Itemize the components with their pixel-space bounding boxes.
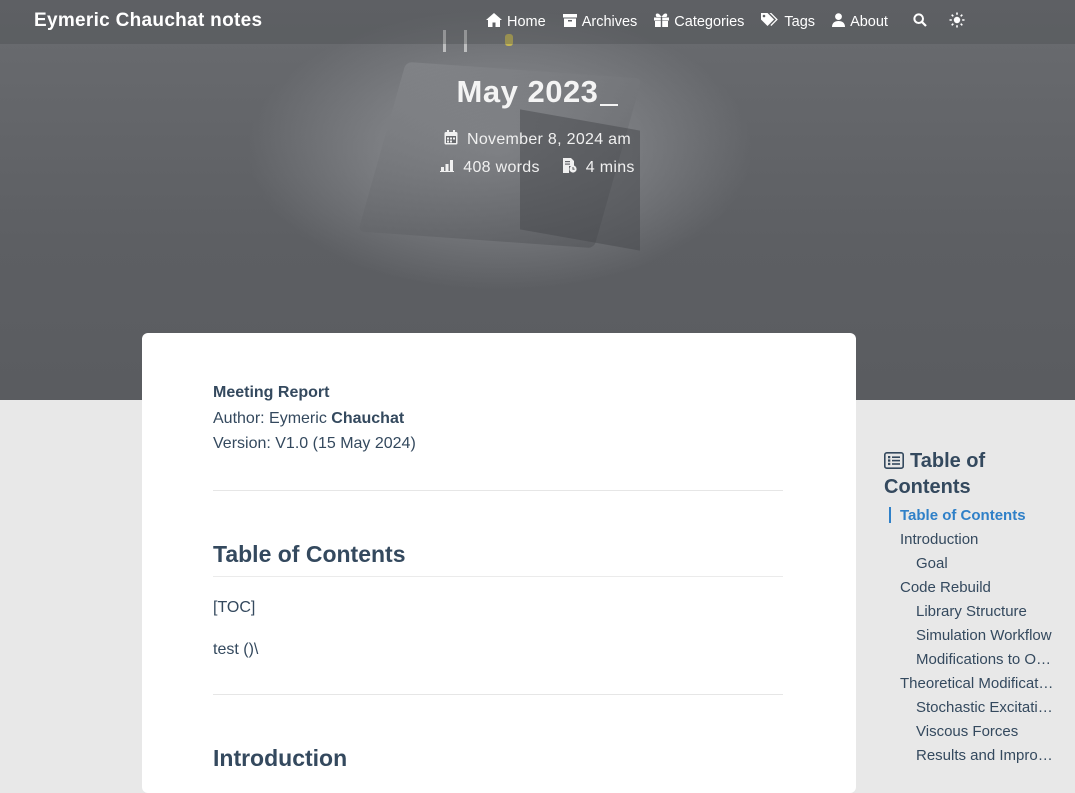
heading-introduction: Introduction — [213, 745, 348, 771]
heading-underline — [213, 576, 783, 577]
report-label: Meeting Report — [213, 384, 330, 401]
nav-categories[interactable]: Categories — [654, 13, 744, 31]
toc-placeholder: [TOC] — [213, 599, 256, 616]
toc-item[interactable]: Results and Impro… — [916, 747, 1072, 764]
calendar-icon — [444, 130, 458, 150]
toc-sidebar: Table of Contents Table of Contents Intr… — [884, 449, 1074, 764]
nav-about-label: About — [850, 14, 888, 30]
toc-item[interactable]: Introduction — [900, 531, 1072, 548]
article-card: Meeting Report Author: Eymeric Chauchat … — [142, 333, 856, 793]
sun-icon — [949, 12, 965, 33]
nav-archives-label: Archives — [581, 14, 638, 30]
search-button[interactable] — [913, 12, 927, 32]
list-icon — [884, 451, 904, 475]
top-navbar: Eymeric Chauchat notes Home Archives Cat… — [0, 0, 1075, 44]
post-stats-line: 408 words 4 mins — [0, 158, 1075, 178]
tags-icon — [761, 13, 784, 31]
post-title-text: May 2023 — [456, 74, 599, 109]
nav-archives[interactable]: Archives — [562, 13, 638, 31]
author-name: Chauchat — [331, 410, 405, 427]
toc-item[interactable]: Modifications to O… — [916, 651, 1072, 668]
nav-categories-label: Categories — [674, 14, 745, 30]
post-title: May 2023 — [0, 74, 1075, 110]
user-icon — [832, 13, 850, 31]
search-icon — [913, 12, 927, 32]
reading-time: 4 mins — [585, 159, 635, 177]
chart-bar-icon — [440, 159, 455, 177]
divider — [213, 694, 783, 695]
heading-toc: Table of Contents — [213, 541, 406, 567]
nav-tags[interactable]: Tags — [761, 13, 815, 31]
home-icon — [486, 13, 507, 31]
toc-active-indicator — [889, 507, 891, 523]
word-count: 408 words — [463, 159, 540, 177]
typing-cursor — [600, 74, 619, 106]
file-clock-icon — [562, 158, 577, 178]
nav-home-label: Home — [507, 14, 546, 30]
nav-about[interactable]: About — [832, 13, 888, 31]
main-nav: Home Archives Categories Tags About — [486, 0, 987, 44]
toc-item[interactable]: Viscous Forces — [916, 723, 1072, 740]
post-date-line: November 8, 2024 am — [0, 130, 1075, 150]
divider — [213, 490, 783, 491]
nav-tags-label: Tags — [784, 14, 816, 30]
author-prefix: Author: Eymeric — [213, 410, 332, 427]
categories-icon — [654, 13, 674, 31]
toc-item[interactable]: Library Structure — [916, 603, 1072, 620]
toc-heading: Table of Contents — [884, 449, 1074, 499]
toc-item[interactable]: Table of Contents — [900, 507, 1072, 524]
test-line: test ()\ — [213, 641, 259, 658]
site-brand[interactable]: Eymeric Chauchat notes — [34, 10, 262, 32]
toc-item[interactable]: Theoretical Modificat… — [900, 675, 1072, 692]
toc-item[interactable]: Code Rebuild — [900, 579, 1072, 596]
version-line: Version: V1.0 (15 May 2024) — [213, 435, 416, 452]
toc-item[interactable]: Goal — [916, 555, 1072, 572]
nav-home[interactable]: Home — [486, 13, 546, 31]
archive-icon — [562, 13, 582, 31]
toc-item[interactable]: Simulation Workflow — [916, 627, 1072, 644]
theme-toggle[interactable] — [949, 12, 965, 33]
post-date: November 8, 2024 am — [466, 131, 631, 149]
author-line: Author: Eymeric Chauchat — [213, 406, 404, 431]
toc-item[interactable]: Stochastic Excitati… — [916, 699, 1072, 716]
